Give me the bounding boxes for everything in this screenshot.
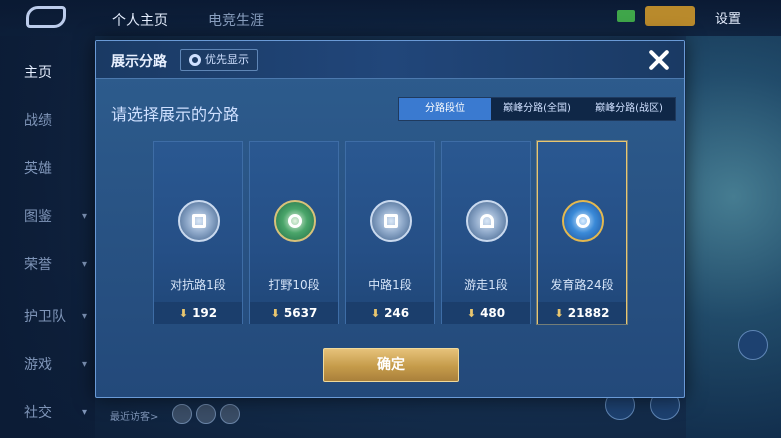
chevron-down-icon: ▾ bbox=[81, 407, 87, 418]
close-icon[interactable] bbox=[644, 45, 674, 75]
tab-personal-home[interactable]: 个人主页 bbox=[112, 10, 168, 30]
lane-card-farm[interactable]: 发育路24段 ⬇ 21882 bbox=[537, 141, 627, 324]
tab-esports-career[interactable]: 电竞生涯 bbox=[208, 10, 264, 30]
farm-emblem-icon bbox=[562, 200, 604, 242]
visitor-avatar[interactable] bbox=[172, 404, 192, 424]
lane-score-value: 21882 bbox=[567, 306, 610, 320]
lane-score: ⬇ 192 bbox=[154, 302, 242, 324]
lane-display-dialog: 展示分路 优先显示 请选择展示的分路 分路段位 巅峰分路(全国) 巅峰分路(战区… bbox=[95, 40, 685, 398]
chevron-down-icon: ▾ bbox=[81, 359, 87, 370]
sidebar-item-guard[interactable]: 护卫队 ▾ bbox=[0, 302, 95, 332]
tab-peak-national[interactable]: 巅峰分路(全国) bbox=[491, 98, 583, 120]
lane-score: ⬇ 5637 bbox=[250, 302, 338, 324]
sidebar: 主页 战绩 英雄 图鉴 ▾ 荣誉 ▾ 护卫队 ▾ 游戏 ▾ 社交 ▾ bbox=[0, 36, 95, 438]
rank-arrow-icon: ⬇ bbox=[178, 307, 189, 320]
sidebar-item-label: 荣誉 bbox=[24, 257, 52, 273]
jungle-emblem-icon bbox=[274, 200, 316, 242]
settings-button[interactable]: 设置 bbox=[715, 8, 741, 27]
lane-score-value: 5637 bbox=[283, 306, 318, 320]
lane-card-jungle[interactable]: 打野10段 ⬇ 5637 bbox=[249, 141, 339, 324]
gear-icon bbox=[189, 54, 201, 66]
recent-visitors-link[interactable]: 最近访客> bbox=[110, 408, 158, 423]
sidebar-item-label: 游戏 bbox=[24, 357, 52, 373]
roam-emblem-icon bbox=[466, 200, 508, 242]
dialog-subtitle: 请选择展示的分路 bbox=[111, 105, 240, 124]
sidebar-item-label: 战绩 bbox=[24, 113, 52, 129]
lane-score: ⬇ 21882 bbox=[538, 302, 626, 324]
confirm-button[interactable]: 确定 bbox=[323, 348, 459, 382]
priority-label: 优先显示 bbox=[205, 53, 249, 66]
sidebar-item-games[interactable]: 游戏 ▾ bbox=[0, 350, 95, 380]
lane-card-roam[interactable]: 游走1段 ⬇ 480 bbox=[441, 141, 531, 324]
lane-score: ⬇ 246 bbox=[346, 302, 434, 324]
lane-score-value: 192 bbox=[192, 306, 218, 320]
chevron-down-icon: ▾ bbox=[81, 259, 87, 270]
visitor-avatar[interactable] bbox=[196, 404, 216, 424]
rank-arrow-icon: ⬇ bbox=[270, 307, 280, 320]
sidebar-item-codex[interactable]: 图鉴 ▾ bbox=[0, 202, 95, 232]
network-icon bbox=[617, 10, 635, 22]
lane-score: ⬇ 480 bbox=[442, 302, 530, 324]
mid-emblem-icon bbox=[370, 200, 412, 242]
sidebar-item-honor[interactable]: 荣誉 ▾ bbox=[0, 250, 95, 280]
lane-score-value: 246 bbox=[384, 306, 410, 320]
sidebar-item-label: 图鉴 bbox=[24, 209, 52, 225]
sidebar-item-social[interactable]: 社交 ▾ bbox=[0, 398, 95, 428]
status-badge bbox=[645, 6, 695, 26]
chevron-down-icon: ▾ bbox=[81, 211, 87, 222]
lane-name: 对抗路1段 bbox=[170, 278, 226, 292]
lane-tabs: 分路段位 巅峰分路(全国) 巅峰分路(战区) bbox=[398, 97, 676, 121]
sidebar-item-label: 英雄 bbox=[24, 161, 52, 177]
lane-card-clash[interactable]: 对抗路1段 ⬇ 192 bbox=[153, 141, 243, 324]
top-bar: 个人主页 电竞生涯 设置 bbox=[0, 0, 781, 36]
lane-card-mid[interactable]: 中路1段 ⬇ 246 bbox=[345, 141, 435, 324]
lane-score-value: 480 bbox=[480, 306, 506, 320]
hero-background bbox=[686, 36, 781, 438]
lane-name: 打野10段 bbox=[268, 278, 320, 292]
lane-cards: 对抗路1段 ⬇ 192 打野10段 ⬇ 5637 中路1段 ⬇ 246 游走1段 ⬇ 4… bbox=[153, 141, 633, 326]
sidebar-item-home[interactable]: 主页 bbox=[0, 58, 95, 88]
sidebar-item-label: 社交 bbox=[24, 405, 52, 421]
rank-arrow-icon: ⬇ bbox=[466, 307, 477, 320]
chevron-down-icon: ▾ bbox=[81, 311, 87, 322]
sidebar-item-record[interactable]: 战绩 bbox=[0, 106, 95, 136]
dialog-title: 展示分路 bbox=[111, 54, 167, 70]
tab-peak-region[interactable]: 巅峰分路(战区) bbox=[583, 98, 675, 120]
back-logo-icon[interactable] bbox=[26, 6, 66, 28]
priority-display-button[interactable]: 优先显示 bbox=[180, 49, 258, 71]
sidebar-item-label: 主页 bbox=[24, 65, 52, 81]
lane-name: 发育路24段 bbox=[550, 278, 614, 292]
sidebar-item-heroes[interactable]: 英雄 bbox=[0, 154, 95, 184]
dialog-header: 展示分路 优先显示 bbox=[96, 41, 684, 79]
visitor-avatar[interactable] bbox=[220, 404, 240, 424]
sword-emblem-icon bbox=[178, 200, 220, 242]
sidebar-item-label: 护卫队 bbox=[24, 309, 66, 325]
tab-lane-rank[interactable]: 分路段位 bbox=[399, 98, 491, 120]
hero-button[interactable] bbox=[738, 330, 768, 360]
rank-arrow-icon: ⬇ bbox=[370, 307, 381, 320]
lane-name: 中路1段 bbox=[368, 278, 412, 292]
lane-name: 游走1段 bbox=[464, 278, 508, 292]
rank-arrow-icon: ⬇ bbox=[554, 307, 564, 320]
